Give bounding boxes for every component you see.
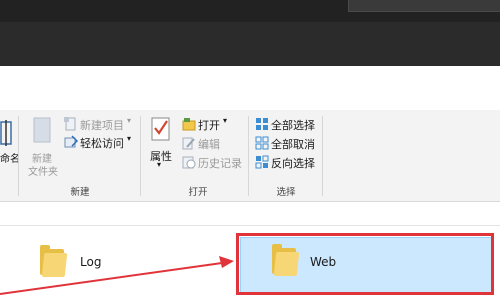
separator bbox=[248, 116, 249, 196]
search-box[interactable] bbox=[348, 0, 500, 12]
chevron-down-icon: ▾ bbox=[157, 160, 162, 169]
separator bbox=[140, 116, 141, 196]
open-button[interactable]: 打开 bbox=[198, 117, 220, 133]
history-icon bbox=[182, 156, 196, 169]
rename-icon bbox=[0, 120, 12, 146]
window-band bbox=[0, 66, 500, 110]
select-all-icon bbox=[256, 118, 268, 130]
checklist-icon bbox=[151, 117, 170, 141]
new-item-icon bbox=[64, 117, 76, 131]
new-folder-label-2[interactable]: 文件夹 bbox=[28, 163, 58, 178]
easy-access-icon bbox=[64, 135, 78, 148]
edit-button[interactable]: 编辑 bbox=[198, 136, 220, 152]
address-bar[interactable] bbox=[0, 202, 500, 226]
group-label-new: 新建 bbox=[70, 187, 90, 198]
easy-access-button[interactable]: 轻松访问 bbox=[80, 135, 124, 151]
chevron-down-icon: ▾ bbox=[127, 116, 132, 125]
new-folder-icon bbox=[33, 117, 51, 143]
open-icon bbox=[182, 118, 196, 131]
highlight-box bbox=[236, 233, 494, 295]
rename-button-label[interactable]: 命名 bbox=[0, 150, 20, 165]
select-all-button[interactable]: 全部选择 bbox=[271, 117, 315, 133]
group-label-select: 选择 bbox=[276, 187, 296, 198]
chevron-down-icon: ▾ bbox=[223, 116, 228, 125]
new-item-button[interactable]: 新建项目 bbox=[80, 117, 124, 133]
folder-icon[interactable] bbox=[40, 245, 68, 279]
chevron-down-icon: ▾ bbox=[127, 134, 132, 143]
ribbon: 命名 新建 文件夹 新建项目 ▾ 轻松访问 ▾ 新建 属性 ▾ 打开 ▾ 编辑 … bbox=[0, 110, 500, 202]
invert-selection-icon bbox=[255, 155, 269, 169]
separator bbox=[18, 116, 19, 196]
history-button[interactable]: 历史记录 bbox=[198, 155, 242, 171]
file-name-log[interactable]: Log bbox=[80, 255, 101, 269]
group-label-open: 打开 bbox=[188, 187, 208, 198]
invert-selection-button[interactable]: 反向选择 bbox=[271, 155, 315, 171]
title-bar bbox=[0, 0, 500, 66]
separator bbox=[322, 116, 323, 196]
select-none-button[interactable]: 全部取消 bbox=[271, 136, 315, 152]
select-none-icon bbox=[255, 136, 269, 150]
edit-icon bbox=[182, 137, 195, 150]
